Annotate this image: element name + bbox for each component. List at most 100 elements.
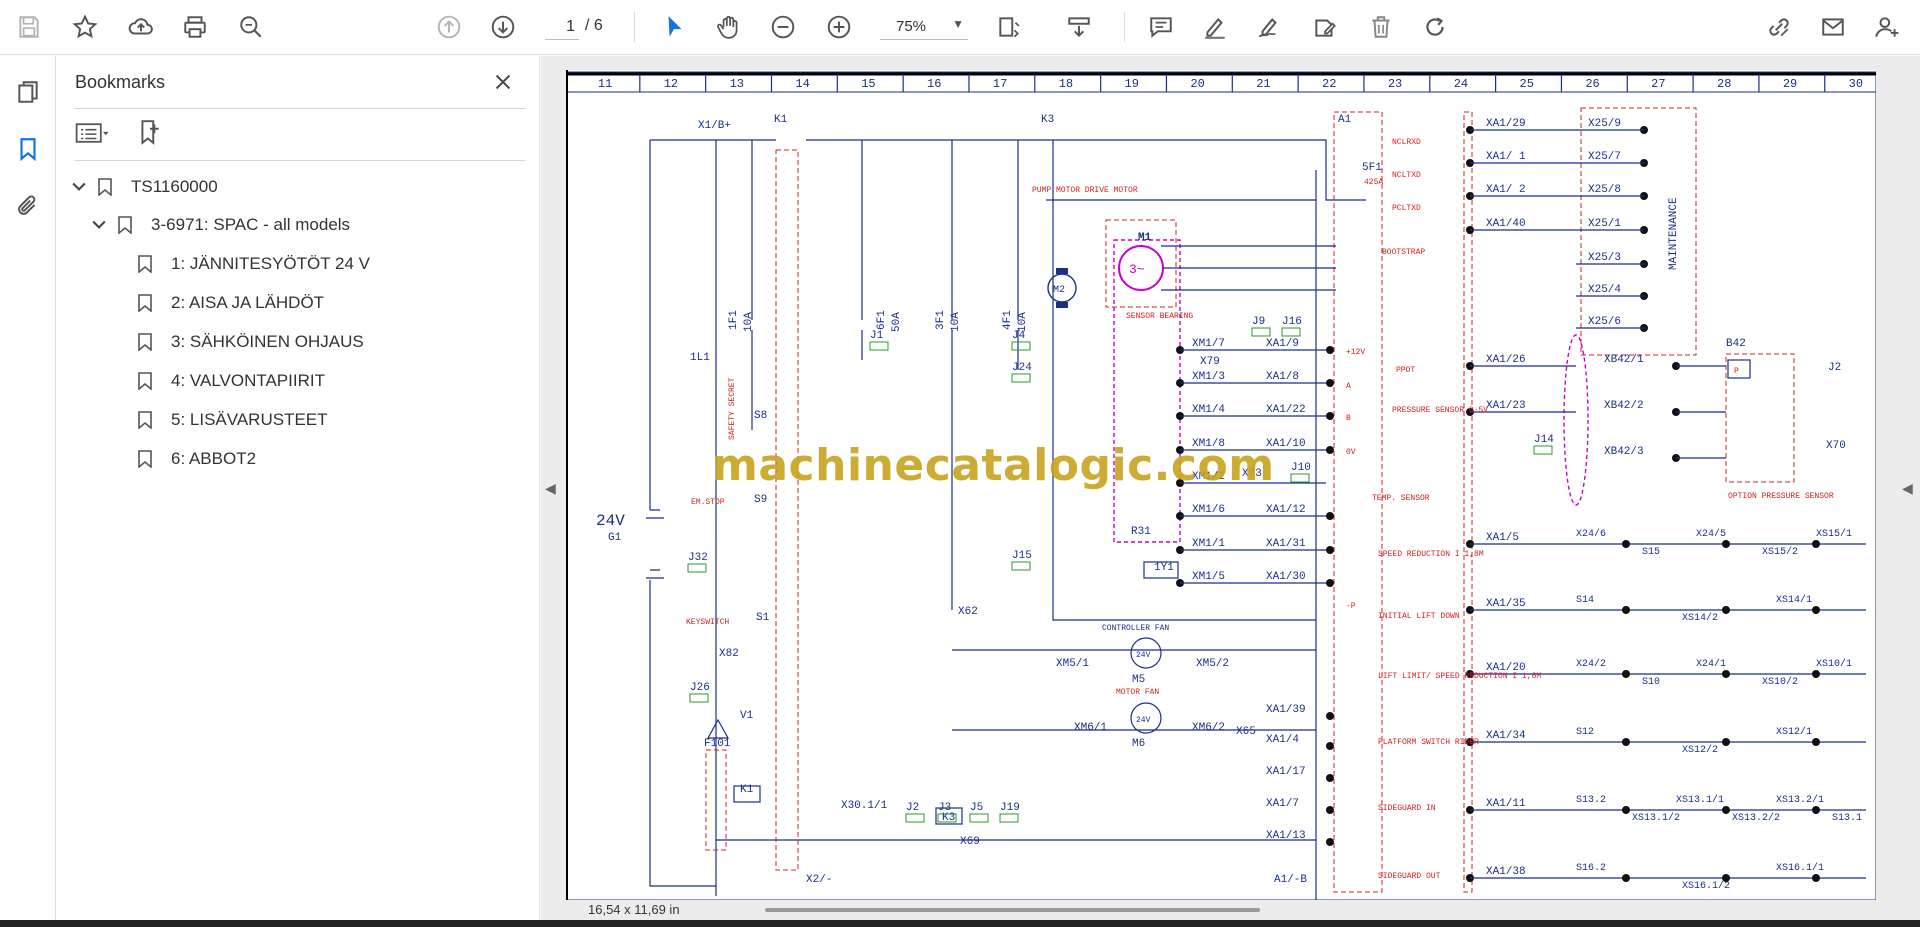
bookmark-icon xyxy=(135,450,155,468)
highlight-pen-icon[interactable] xyxy=(1200,12,1230,42)
switch-label: S12 xyxy=(1576,727,1594,738)
taskbar-edge xyxy=(0,920,1920,927)
page-number-input[interactable] xyxy=(545,14,579,40)
em-stop-label: EM.STOP xyxy=(691,498,725,507)
xm-pin-label: XM1/7 xyxy=(1192,338,1225,350)
jumper-label: J26 xyxy=(690,682,710,694)
switch-label: S16.2 xyxy=(1576,863,1606,874)
save-icon[interactable] xyxy=(14,12,44,42)
column-number: 18 xyxy=(1059,77,1073,91)
star-icon[interactable] xyxy=(70,12,100,42)
scrolling-mode-icon[interactable] xyxy=(1064,12,1094,42)
chevron-down-icon[interactable] xyxy=(89,220,109,230)
b42-label: B42 xyxy=(1726,338,1746,350)
rotate-icon[interactable] xyxy=(1420,12,1450,42)
draw-sign-icon[interactable] xyxy=(1254,12,1284,42)
bookmark-item[interactable]: TS1160000 xyxy=(69,170,218,204)
m1-label: M1 xyxy=(1138,232,1152,244)
zoom-in-icon[interactable] xyxy=(824,12,854,42)
x69-label: X69 xyxy=(960,836,980,848)
f1-rating: 10A xyxy=(743,312,755,332)
a1-terminal-label: A xyxy=(1346,382,1351,391)
comment-icon[interactable] xyxy=(1146,12,1176,42)
connector-pin xyxy=(1722,738,1730,746)
panel-title: Bookmarks xyxy=(75,72,166,92)
svg-text:3~: 3~ xyxy=(1129,262,1145,277)
user-add-icon[interactable] xyxy=(1872,12,1902,42)
switch-label: X24/6 xyxy=(1576,528,1606,540)
collapse-left-pane-icon[interactable]: ◀ xyxy=(545,480,556,497)
switch-label: XS14/2 xyxy=(1682,612,1718,624)
bookmark-label: 2: AISA JA LÄHDÖT xyxy=(171,293,325,312)
hand-tool-icon[interactable] xyxy=(714,12,744,42)
bookmark-item[interactable]: 3: SÄHKÖINEN OHJAUS xyxy=(135,325,364,359)
xa-mid-pin-label: XA1/17 xyxy=(1266,766,1306,778)
bookmark-panel-icon[interactable] xyxy=(12,133,44,165)
x25-pin-label: X25/3 xyxy=(1588,252,1621,264)
mail-icon[interactable] xyxy=(1818,12,1848,42)
bookmark-label: TS1160000 xyxy=(131,177,218,196)
previous-page-icon[interactable] xyxy=(434,12,464,42)
xa-pin-label: XA1/38 xyxy=(1486,866,1526,878)
svg-text:24V: 24V xyxy=(1136,716,1151,725)
jumper-tag xyxy=(687,563,707,573)
xm-pin-label: XM1/4 xyxy=(1192,404,1225,416)
bookmark-label: 6: ABBOT2 xyxy=(171,449,257,468)
connector-pin xyxy=(1326,346,1334,354)
horizontal-scrollbar[interactable] xyxy=(765,908,1260,912)
k3-label: K3 xyxy=(1041,114,1054,126)
zoom-out-icon[interactable] xyxy=(768,12,798,42)
connector-pin xyxy=(1326,806,1334,814)
page-thumbnails-icon[interactable] xyxy=(12,76,44,108)
bookmark-options-button[interactable] xyxy=(75,118,119,148)
bookmark-item[interactable]: 6: ABBOT2 xyxy=(135,442,256,476)
bookmark-item[interactable]: 4: VALVONTAPIIRIT xyxy=(135,364,325,398)
column-number: 27 xyxy=(1651,77,1665,91)
platform-switch-label: PLATFORM SWITCH RIDER xyxy=(1378,738,1479,747)
add-bookmark-icon[interactable] xyxy=(137,116,167,148)
xb42-pin-label: XB42/2 xyxy=(1604,400,1644,412)
connector-pin xyxy=(1812,874,1820,882)
bookmark-item[interactable]: 2: AISA JA LÄHDÖT xyxy=(135,286,324,320)
expand-right-pane-icon[interactable]: ◀ xyxy=(1902,480,1913,497)
a1-terminal-label: +12V xyxy=(1346,348,1365,357)
column-number: 21 xyxy=(1256,77,1270,91)
jumper-label: J2 xyxy=(906,802,919,814)
upload-cloud-icon[interactable] xyxy=(126,12,156,42)
bookmark-item[interactable]: 3-6971: SPAC - all models xyxy=(89,208,350,242)
bookmark-item[interactable]: 5: LISÄVARUSTEET xyxy=(135,403,328,437)
zoom-select[interactable]: 75% ▼ xyxy=(880,14,968,40)
xm-pin-label: XM1/6 xyxy=(1192,504,1225,516)
print-icon[interactable] xyxy=(180,12,210,42)
connector-pin xyxy=(1326,742,1334,750)
column-number: 26 xyxy=(1585,77,1599,91)
connector-pin xyxy=(1326,546,1334,554)
attach-sign-icon[interactable] xyxy=(1764,12,1794,42)
attachments-paperclip-icon[interactable] xyxy=(12,190,44,222)
fit-page-icon[interactable] xyxy=(994,12,1024,42)
switch-label: XS15/1 xyxy=(1816,528,1852,540)
jumper-label: J16 xyxy=(1282,316,1302,328)
jumper-tag xyxy=(869,341,889,351)
page-size-label: 16,54 x 11,69 in xyxy=(588,902,680,917)
component-label: S8 xyxy=(754,410,767,422)
close-icon[interactable] xyxy=(489,68,517,96)
bookmarks-panel: Bookmarks TS1160000 3-6971: SPAC - all m… xyxy=(57,56,540,927)
select-cursor-icon[interactable] xyxy=(660,12,690,42)
bookmark-label: 3: SÄHKÖINEN OHJAUS xyxy=(171,332,364,351)
ppot-label: PPOT xyxy=(1396,366,1415,375)
switch-label: XS10/2 xyxy=(1762,676,1798,688)
chevron-down-icon[interactable] xyxy=(69,182,89,192)
connector-pin xyxy=(1722,670,1730,678)
bookmark-item[interactable]: 1: JÄNNITESYÖTÖT 24 V xyxy=(135,247,370,281)
stamp-edit-icon[interactable] xyxy=(1310,12,1340,42)
zoom-search-icon[interactable] xyxy=(236,12,266,42)
switch-label: S10 xyxy=(1642,677,1660,688)
x25-pin-label: X25/6 xyxy=(1588,316,1621,328)
xb42-pin-label: XB42/1 xyxy=(1604,354,1644,366)
next-page-icon[interactable] xyxy=(488,12,518,42)
switch-label: XS13.1/2 xyxy=(1632,812,1680,824)
speed-reduction-label: SPEED REDUCTION I 1,8M xyxy=(1378,550,1484,559)
delete-trash-icon[interactable] xyxy=(1366,12,1396,42)
connector-pin xyxy=(1622,670,1630,678)
